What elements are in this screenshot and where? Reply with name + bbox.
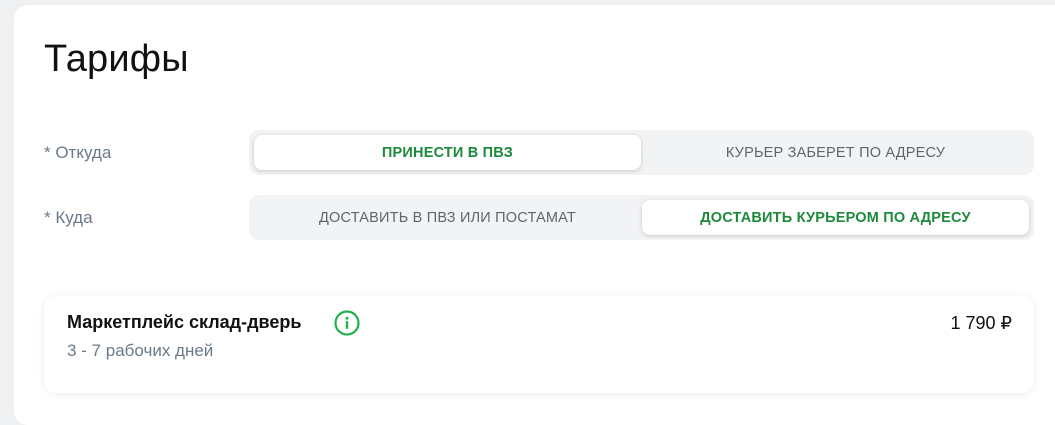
to-option-courier[interactable]: ДОСТАВИТЬ КУРЬЕРОМ ПО АДРЕСУ — [642, 200, 1029, 235]
page-title: Тарифы — [44, 38, 189, 80]
from-label: * Откуда — [44, 143, 112, 162]
from-toggle: ПРИНЕСТИ В ПВЗ КУРЬЕР ЗАБЕРЕТ ПО АДРЕСУ — [249, 130, 1034, 175]
to-label: * Куда — [44, 208, 93, 227]
to-toggle: ДОСТАВИТЬ В ПВЗ ИЛИ ПОСТАМАТ ДОСТАВИТЬ К… — [249, 195, 1034, 240]
from-option-pvz[interactable]: ПРИНЕСТИ В ПВЗ — [254, 135, 641, 170]
from-option-courier[interactable]: КУРЬЕР ЗАБЕРЕТ ПО АДРЕСУ — [642, 135, 1029, 170]
info-icon[interactable] — [334, 310, 360, 336]
tariff-price: 1 790 ₽ — [950, 313, 1013, 333]
tariff-item[interactable]: Маркетплейс склад-дверь 3 - 7 рабочих дн… — [44, 296, 1034, 393]
tariff-name: Маркетплейс склад-дверь — [67, 312, 302, 332]
to-option-pvz-postamat[interactable]: ДОСТАВИТЬ В ПВЗ ИЛИ ПОСТАМАТ — [254, 200, 641, 235]
tariff-delivery-time: 3 - 7 рабочих дней — [67, 341, 214, 360]
